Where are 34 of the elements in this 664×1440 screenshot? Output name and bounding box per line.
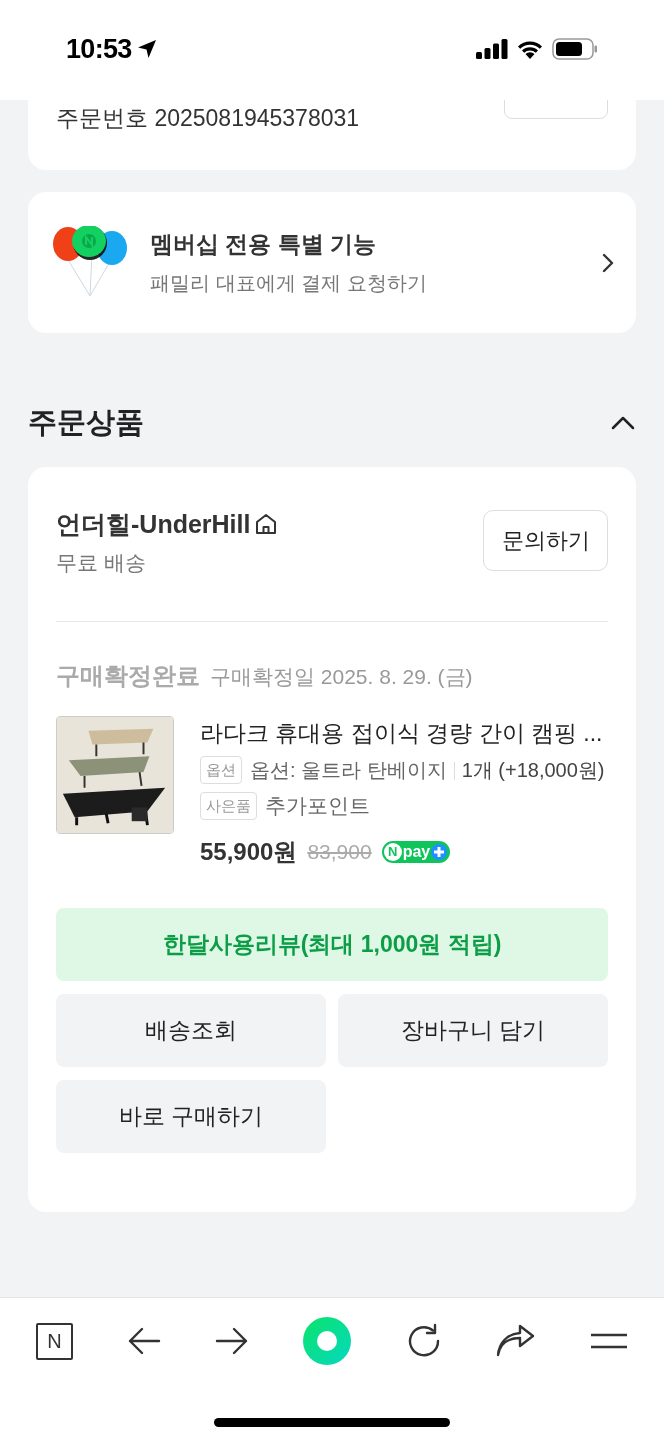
banner-title: 멤버십 전용 특별 기능 (150, 230, 378, 260)
order-number: 주문번호 2025081945378031 (56, 104, 360, 133)
wifi-icon (516, 39, 544, 59)
shipping-info: 무료 배송 (56, 550, 147, 576)
original-price: 83,900 (307, 838, 372, 865)
option-quantity: 1개 (+18,000원) (461, 758, 605, 781)
status-time: 10:53 (66, 32, 132, 66)
action-button[interactable]: 장바구니 담기 (338, 993, 608, 1067)
purchase-status: 구매확정완료 (56, 660, 200, 691)
back-icon[interactable] (126, 1326, 161, 1356)
menu-icon[interactable] (589, 1333, 628, 1349)
option-tag: 옵션 (200, 755, 242, 784)
naver-logo-button[interactable]: N (36, 1322, 73, 1360)
chevron-right-icon (602, 252, 614, 273)
action-button[interactable]: 배송조회 (56, 993, 326, 1067)
banner-subtitle: 패밀리 대표에게 결제 요청하기 (150, 270, 428, 296)
seller-name[interactable]: 언더힐-UnderHill (56, 509, 251, 539)
action-button[interactable]: 바로 구매하기 (56, 1079, 326, 1153)
location-icon (135, 38, 158, 60)
home-icon (254, 512, 279, 536)
option-text: 추가포인트 (265, 792, 370, 819)
option-text: 옵션: 울트라 탄베이지 (250, 758, 447, 781)
forward-icon[interactable] (214, 1326, 249, 1356)
membership-banner[interactable]: 멤버십 전용 특별 기능 패밀리 대표에게 결제 요청하기 (28, 192, 636, 333)
confirmed-date: 구매확정일 2025. 8. 29. (금) (210, 663, 473, 690)
battery-icon (552, 38, 598, 60)
product-name[interactable]: 라다크 휴대용 접이식 경량 간이 캠핑 ... (200, 715, 608, 750)
npay-badge: N pay (381, 840, 451, 863)
product-price: 55,900원 (200, 836, 298, 867)
signal-icon (476, 39, 508, 59)
option-tag: 사은품 (200, 791, 257, 820)
section-title: 주문상품 (28, 405, 144, 441)
inquiry-button[interactable]: 문의하기 (483, 510, 608, 571)
share-icon[interactable] (496, 1324, 537, 1358)
